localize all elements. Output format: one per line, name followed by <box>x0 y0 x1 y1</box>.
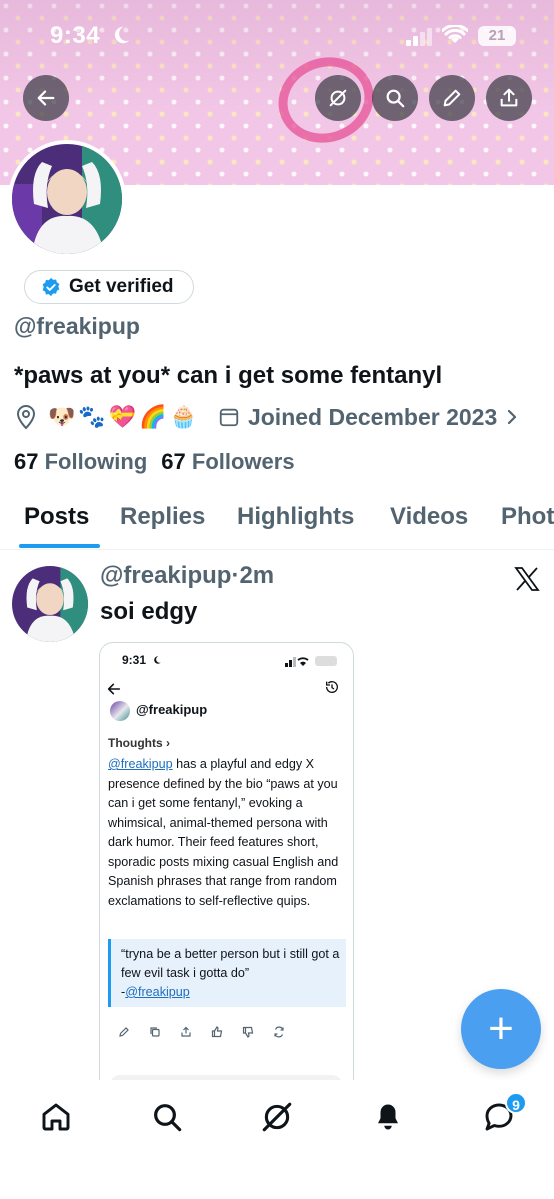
tab-highlights[interactable]: Highlights <box>237 503 354 531</box>
profile-bio: *paws at you* can i get some fentanyl <box>14 362 443 389</box>
follow-counts: 67 Following 67 Followers <box>14 449 295 475</box>
following-link[interactable]: 67 Following <box>14 449 147 475</box>
embedded-quote-attrib: @freakipup <box>125 985 190 999</box>
edit-button[interactable] <box>429 75 475 121</box>
search-icon <box>386 89 405 108</box>
embedded-actions <box>118 1026 285 1038</box>
embedded-refresh-icon <box>274 1026 284 1038</box>
share-button[interactable] <box>486 75 532 121</box>
thoughts-label: Thoughts <box>108 736 163 750</box>
get-verified-button[interactable]: Get verified <box>24 270 194 304</box>
search-icon <box>154 1104 182 1132</box>
calendar-icon <box>219 408 239 427</box>
arrow-left-icon <box>37 90 55 106</box>
wifi-icon <box>442 25 468 43</box>
grok-icon <box>329 89 347 107</box>
joined-date[interactable]: Joined December 2023 <box>218 404 519 431</box>
location-emojis: 🐶🐾💝🌈🧁 <box>48 404 200 429</box>
status-bar: 9:34 21 <box>0 0 554 72</box>
post-header: @freakipup·2m <box>100 562 274 590</box>
chevron-right-icon <box>508 409 517 425</box>
get-verified-label: Get verified <box>69 276 174 297</box>
followers-link[interactable]: 67 Followers <box>161 449 294 475</box>
moon-icon <box>114 26 130 44</box>
compose-fab[interactable]: + <box>461 989 541 1069</box>
nav-home[interactable] <box>36 1097 76 1137</box>
followers-count: 67 <box>161 449 186 474</box>
embedded-share-icon <box>181 1026 191 1037</box>
embedded-avatar <box>110 701 130 721</box>
followers-label: Followers <box>191 449 295 474</box>
embedded-thumbs-up-icon <box>211 1026 223 1038</box>
post-age: 2m <box>239 562 275 589</box>
post-avatar[interactable] <box>12 566 88 642</box>
embedded-copy-icon <box>150 1027 160 1037</box>
embedded-body: @freakipup has a playful and edgy X pres… <box>108 755 348 911</box>
pencil-icon <box>443 89 461 107</box>
embedded-moon-icon <box>154 656 161 664</box>
embedded-edit-icon <box>119 1027 129 1037</box>
grok-icon <box>262 1102 292 1132</box>
battery-indicator: 21 <box>478 26 516 46</box>
profile-avatar[interactable] <box>8 140 126 258</box>
post-avatar-image <box>12 566 88 642</box>
embedded-quote: “tryna be a better person but i still go… <box>108 939 346 1007</box>
profile-handle: @freakipup <box>14 313 140 339</box>
profile-meta-row: 🐶🐾💝🌈🧁 Joined December 2023 <box>14 400 519 434</box>
embedded-time: 9:31 <box>122 653 147 667</box>
joined-label: Joined December 2023 <box>247 403 498 430</box>
post-image[interactable]: 9:31 @freakipup Thoughts › @freakipup ha… <box>99 642 354 1092</box>
embedded-back-icon <box>107 683 121 695</box>
tab-videos[interactable]: Videos <box>390 503 468 531</box>
active-tab-indicator <box>19 544 100 548</box>
nav-notifications[interactable] <box>368 1097 408 1137</box>
embedded-thoughts: Thoughts › <box>108 736 170 750</box>
post-handle[interactable]: @freakipup <box>100 562 231 589</box>
nav-grok[interactable] <box>257 1097 297 1137</box>
signal-icon <box>406 28 432 46</box>
tab-posts[interactable]: Posts <box>24 503 89 531</box>
embedded-mention: @freakipup <box>108 757 173 771</box>
avatar-image <box>12 144 122 254</box>
profile-tabs: Posts Replies Highlights Videos Phot <box>0 498 554 550</box>
tab-replies[interactable]: Replies <box>120 503 205 531</box>
status-time: 9:34 <box>50 22 101 49</box>
location-pin-icon <box>16 405 36 430</box>
embedded-body-text: has a playful and edgy X presence define… <box>108 757 339 908</box>
embedded-quote-text: “tryna be a better person but i still go… <box>121 947 340 980</box>
back-button[interactable] <box>23 75 69 121</box>
nav-search[interactable] <box>147 1097 187 1137</box>
x-logo-icon[interactable] <box>514 567 540 591</box>
verified-badge-icon <box>42 277 60 297</box>
home-icon <box>42 1103 70 1131</box>
following-count: 67 <box>14 449 39 474</box>
post-text: soi edgy <box>100 598 198 625</box>
embedded-user: @freakipup <box>136 702 208 717</box>
search-button[interactable] <box>372 75 418 121</box>
messages-badge: 9 <box>505 1092 527 1114</box>
embedded-thumbs-down-icon <box>242 1026 254 1038</box>
following-label: Following <box>44 449 148 474</box>
tab-photos[interactable]: Phot <box>501 503 554 531</box>
bell-icon <box>378 1104 398 1130</box>
embedded-history-icon <box>326 681 338 693</box>
bottom-nav <box>0 1080 554 1199</box>
embedded-status-icons <box>285 656 337 667</box>
share-icon <box>500 88 518 107</box>
grok-button[interactable] <box>315 75 361 121</box>
